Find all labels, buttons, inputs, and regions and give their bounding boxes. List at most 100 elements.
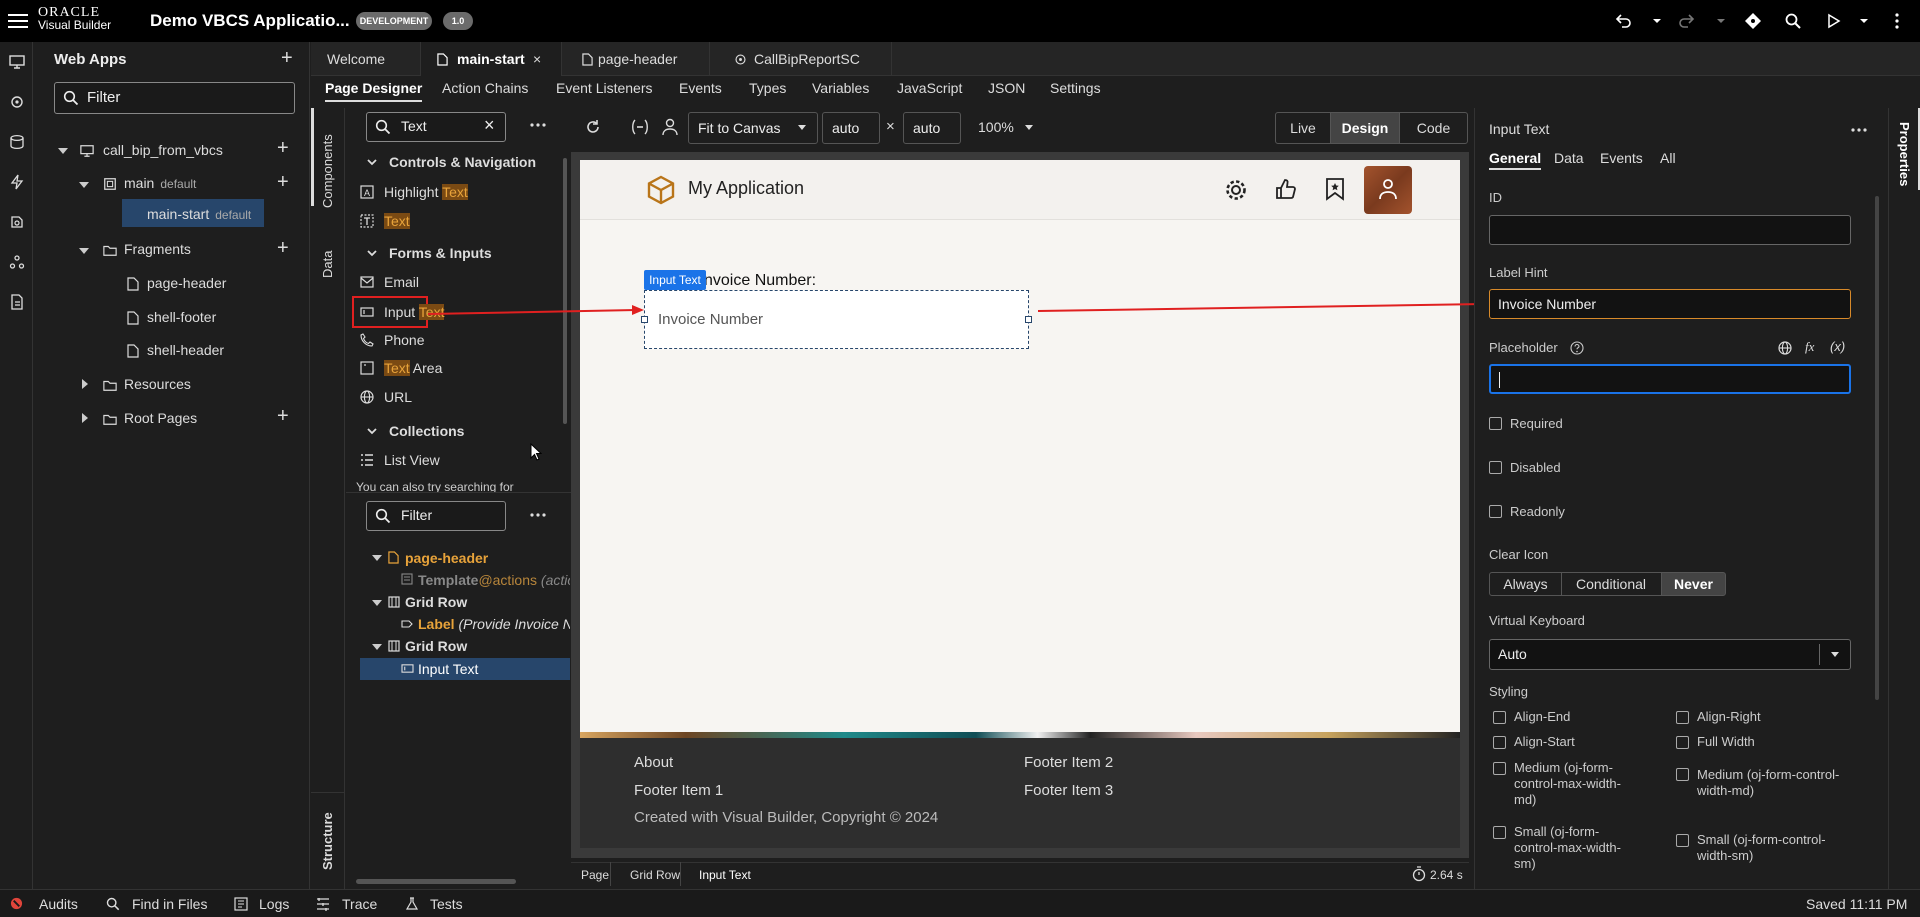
expand-caret-icon[interactable] [79, 248, 89, 254]
git-icon[interactable] [1744, 12, 1762, 30]
structure-template[interactable]: Template@actions (actio [418, 572, 570, 588]
add-flow-icon[interactable]: + [277, 138, 289, 158]
tab-main-start[interactable]: main-start × [421, 42, 562, 76]
footer-item-3[interactable]: Footer Item 3 [1024, 782, 1113, 799]
audits-error-icon[interactable] [10, 897, 23, 910]
help-icon[interactable] [1570, 341, 1584, 355]
breadcrumb-input-text[interactable]: Input Text [699, 868, 751, 882]
chevron-down-icon[interactable] [367, 159, 377, 167]
clear-search-icon[interactable]: × [484, 115, 495, 136]
trace-button[interactable]: Trace [342, 896, 377, 912]
structure-grid-row-2[interactable]: Grid Row [405, 638, 467, 654]
expand-caret-icon[interactable] [58, 148, 68, 154]
tab-callbipreportsc[interactable]: CallBipReportSC [710, 42, 892, 76]
undo-dropdown-icon[interactable] [1648, 12, 1666, 30]
tab-event-listeners[interactable]: Event Listeners [556, 80, 653, 102]
prop-tab-all[interactable]: All [1660, 150, 1676, 166]
more-horizontal-icon[interactable] [530, 512, 546, 518]
web-apps-filter[interactable]: Filter [54, 82, 295, 114]
run-dropdown-icon[interactable] [1855, 12, 1873, 30]
full-width-checkbox[interactable] [1676, 736, 1689, 749]
tab-types[interactable]: Types [749, 80, 786, 102]
component-input-text[interactable]: Input Text [384, 304, 445, 320]
zoom-dropdown-icon[interactable] [1024, 124, 1034, 132]
align-end-checkbox[interactable] [1493, 711, 1506, 724]
bookmark-icon[interactable] [1324, 177, 1346, 201]
tab-components[interactable]: Components [320, 134, 335, 208]
required-checkbox[interactable] [1489, 417, 1502, 430]
design-mode-button[interactable]: Design [1330, 113, 1400, 143]
disabled-checkbox[interactable] [1489, 461, 1502, 474]
settings-gear-icon[interactable] [1224, 178, 1248, 202]
tab-action-chains[interactable]: Action Chains [442, 80, 528, 102]
structure-filter[interactable]: Filter [366, 501, 506, 531]
section-controls-navigation[interactable]: Controls & Navigation [389, 154, 536, 170]
palette-scrollbar[interactable] [563, 158, 567, 424]
undo-icon[interactable] [1614, 12, 1632, 30]
resize-handle-left[interactable] [641, 316, 648, 323]
services-icon[interactable] [9, 94, 25, 110]
collapsed-caret-icon[interactable] [82, 379, 88, 389]
components-search[interactable]: Text × [366, 112, 506, 142]
user-role-icon[interactable] [662, 118, 678, 136]
app-title[interactable]: Demo VBCS Applicatio... [150, 11, 350, 31]
add-page-icon[interactable]: + [277, 172, 289, 192]
breadcrumb-page[interactable]: Page [581, 868, 609, 882]
virtual-keyboard-select[interactable]: Auto [1489, 639, 1851, 670]
resize-handle-right[interactable] [1025, 316, 1032, 323]
logs-button[interactable]: Logs [259, 896, 289, 912]
align-start-checkbox[interactable] [1493, 736, 1506, 749]
expand-caret-icon[interactable] [372, 555, 382, 561]
component-list-view[interactable]: List View [384, 452, 440, 468]
footer-item-1[interactable]: Footer Item 1 [634, 782, 723, 799]
tree-item-fragments[interactable]: Fragments [124, 241, 191, 257]
translate-globe-icon[interactable] [1778, 341, 1792, 355]
source-icon[interactable] [9, 294, 25, 310]
canvas-width-input[interactable]: auto [822, 112, 880, 144]
expand-caret-icon[interactable] [372, 644, 382, 650]
code-mode-button[interactable]: Code [1400, 113, 1467, 143]
variable-binding-icon[interactable] [630, 118, 650, 136]
placeholder-input[interactable] [1489, 364, 1851, 394]
small-width-checkbox[interactable] [1676, 834, 1689, 847]
tab-javascript[interactable]: JavaScript [897, 80, 962, 102]
structure-scrollbar[interactable] [356, 879, 516, 884]
component-text[interactable]: Text [384, 213, 410, 229]
expand-caret-icon[interactable] [79, 182, 89, 188]
more-horizontal-icon[interactable] [530, 122, 546, 128]
tree-item-resources[interactable]: Resources [124, 376, 191, 392]
structure-input-text[interactable]: Input Text [418, 661, 478, 677]
breadcrumb-grid-row[interactable]: Grid Row [630, 868, 680, 882]
refresh-icon[interactable] [584, 118, 602, 136]
tree-item-main-start[interactable]: main-start default [147, 206, 251, 222]
align-right-checkbox[interactable] [1676, 711, 1689, 724]
component-highlight-text[interactable]: Highlight Text [384, 184, 468, 200]
expand-caret-icon[interactable] [372, 600, 382, 606]
component-text-area[interactable]: Text Area [384, 360, 442, 376]
web-apps-icon[interactable] [9, 54, 25, 70]
medium-width-checkbox[interactable] [1676, 768, 1689, 781]
tab-json[interactable]: JSON [988, 80, 1025, 102]
chevron-down-icon[interactable] [367, 428, 377, 436]
input-text-field[interactable]: Invoice Number [641, 290, 1032, 349]
clear-icon-always[interactable]: Always [1489, 572, 1562, 596]
tree-item-page-header[interactable]: page-header [147, 275, 226, 291]
find-in-files-button[interactable]: Find in Files [132, 896, 207, 912]
close-tab-icon[interactable]: × [533, 42, 541, 76]
readonly-checkbox[interactable] [1489, 505, 1502, 518]
tests-button[interactable]: Tests [430, 896, 463, 912]
tab-welcome[interactable]: Welcome [311, 42, 421, 76]
clear-icon-conditional[interactable]: Conditional [1561, 572, 1662, 596]
redo-dropdown-icon[interactable] [1712, 12, 1730, 30]
tab-page-header[interactable]: page-header [562, 42, 710, 76]
tab-variables[interactable]: Variables [812, 80, 869, 102]
design-canvas[interactable]: My Application nvoice Number: Input Text… [580, 160, 1460, 848]
prop-tab-general[interactable]: General [1489, 150, 1542, 170]
tab-data[interactable]: Data [320, 251, 335, 278]
add-root-page-icon[interactable]: + [277, 406, 289, 426]
component-phone[interactable]: Phone [384, 332, 424, 348]
more-vertical-icon[interactable] [1888, 12, 1906, 30]
hamburger-menu-icon[interactable] [8, 12, 28, 30]
properties-scrollbar[interactable] [1875, 196, 1879, 700]
structure-page-header[interactable]: page-header [405, 550, 488, 566]
